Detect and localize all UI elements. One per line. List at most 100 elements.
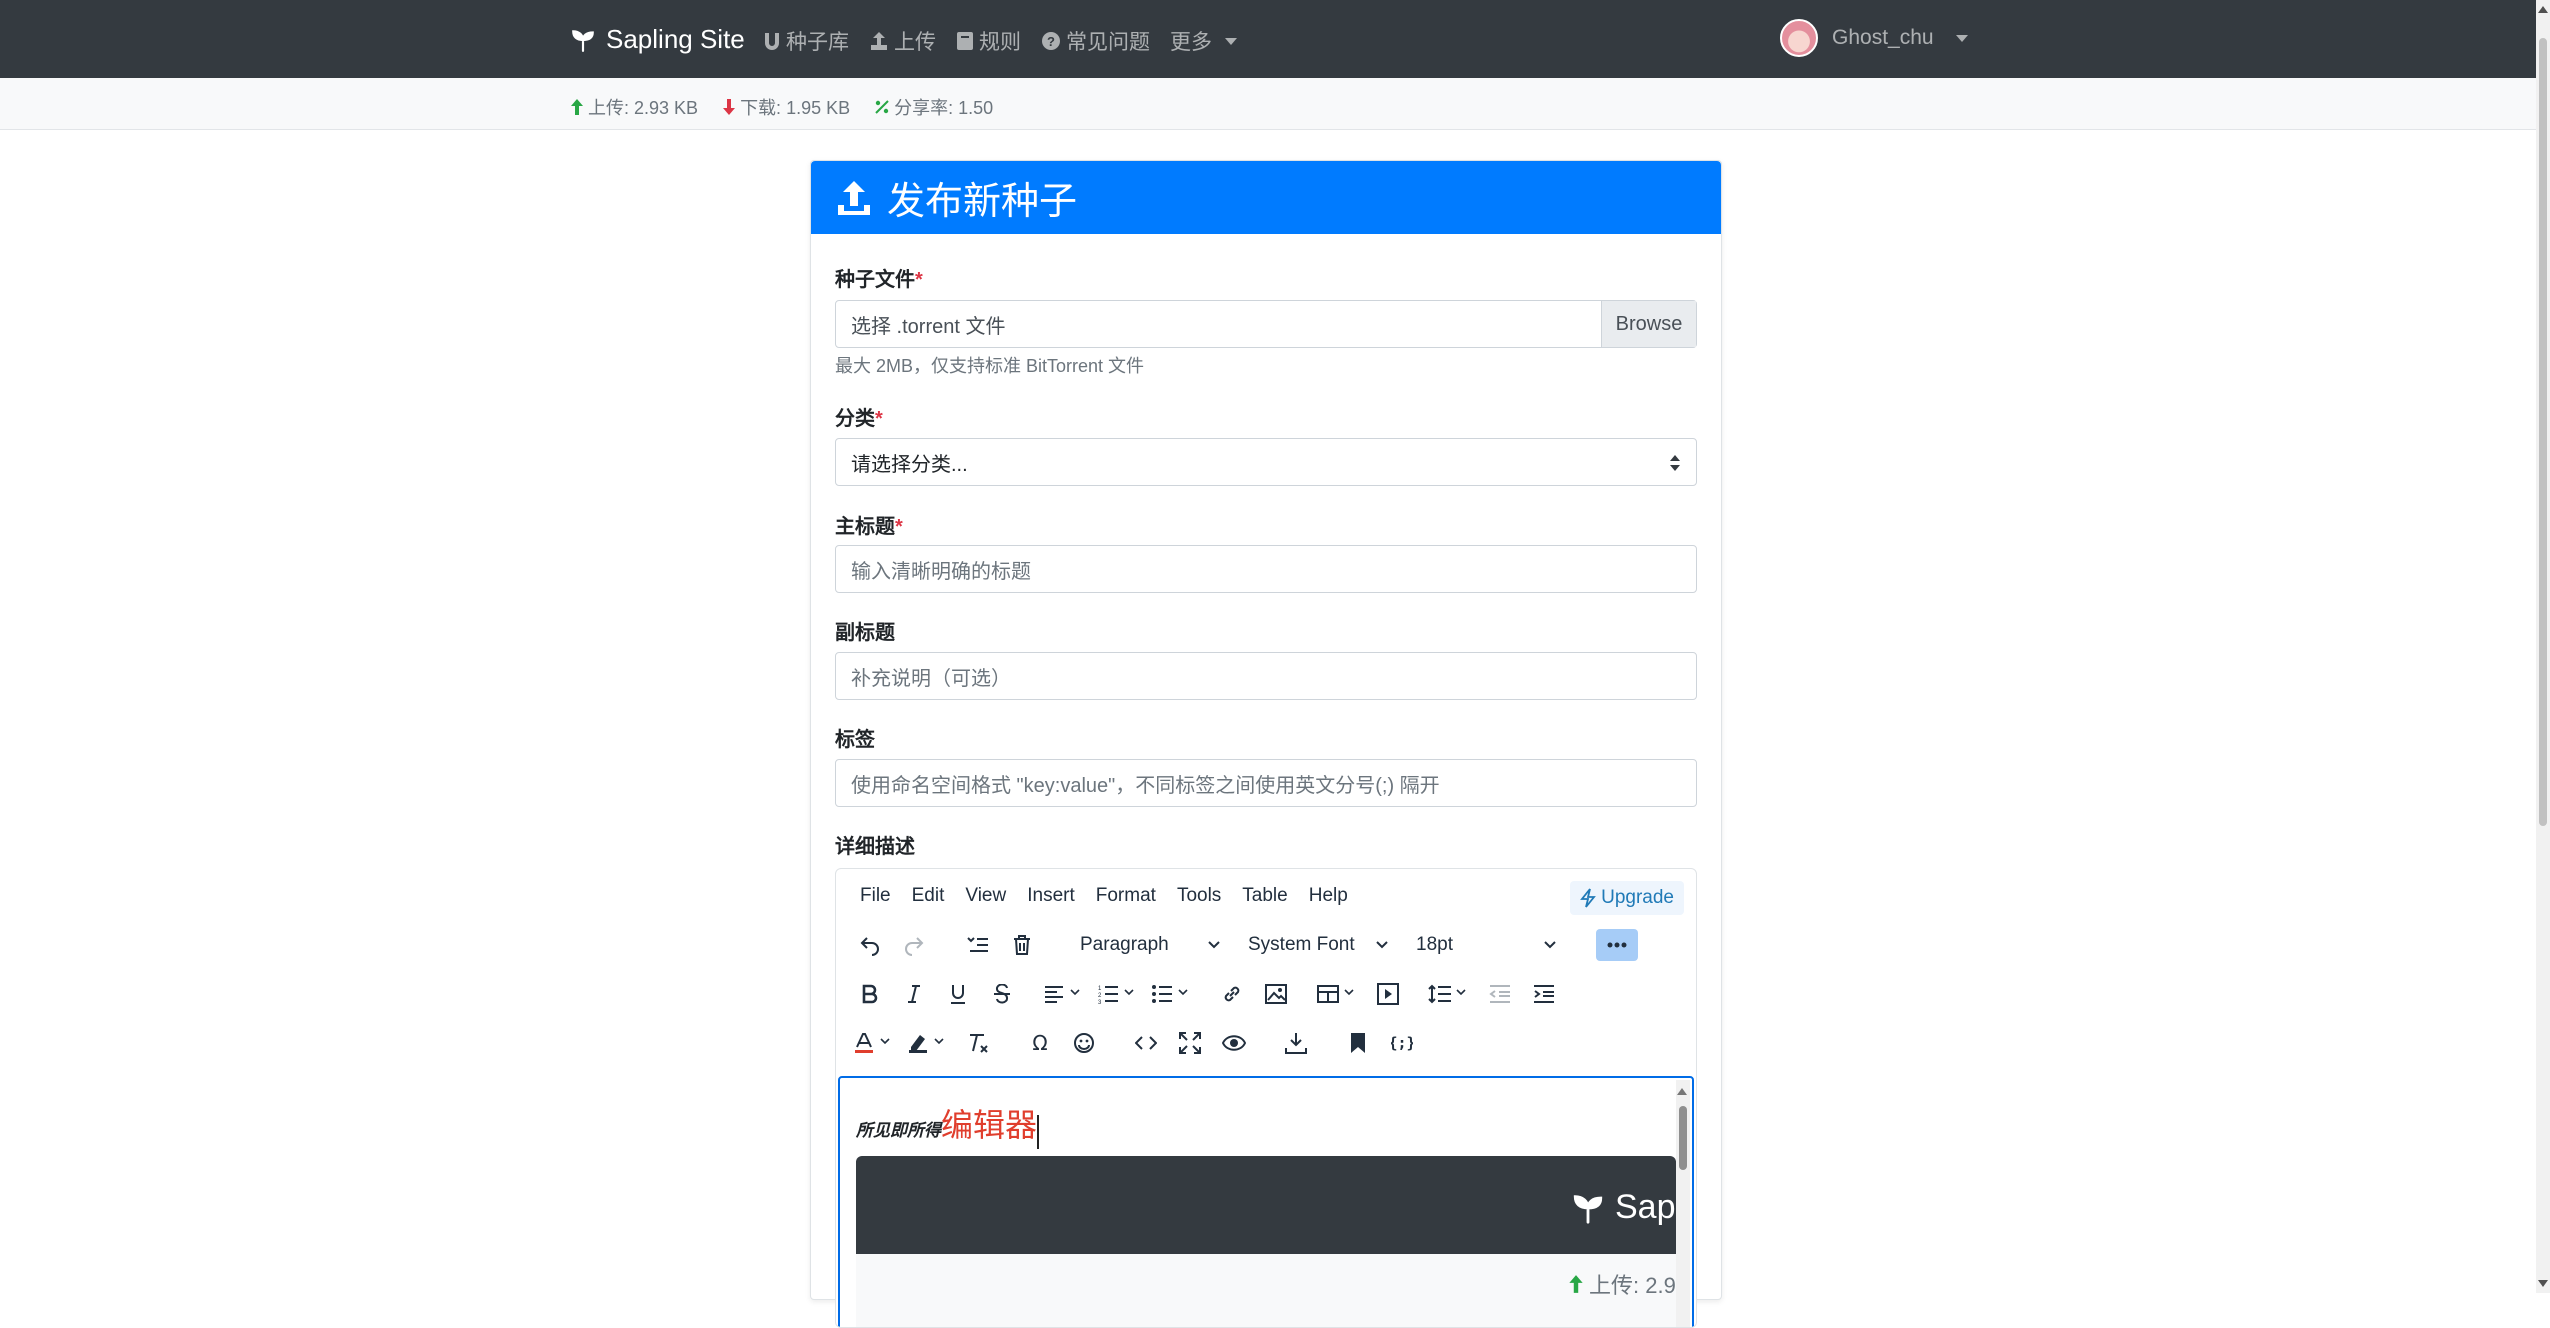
strikethrough-icon[interactable] [980,973,1024,1015]
nav-item-upload-label: 上传 [894,31,936,54]
link-icon[interactable] [1210,973,1254,1015]
chevron-down-icon [1208,941,1220,949]
bullet-list-split-button[interactable] [1146,973,1200,1015]
upload-icon [835,179,873,217]
editor-scroll-thumb[interactable] [1679,1106,1687,1170]
toolbar-row-3: Ω {;} [848,1022,1424,1064]
chevron-down-icon [1955,34,1968,42]
save-download-icon[interactable] [1274,1022,1318,1064]
svg-text:?: ? [1047,34,1055,49]
svg-text:1: 1 [1098,986,1102,992]
menu-tools[interactable]: Tools [1177,885,1221,907]
scroll-up-arrow-icon[interactable] [1677,1088,1687,1095]
arrow-up-icon [570,98,584,116]
torrent-file-input[interactable]: 选择 .torrent 文件 Browse [835,300,1697,348]
arrow-down-icon [722,98,736,116]
editor-content-prefix: 所见即所得 [856,1121,941,1140]
percentage-icon [874,99,890,115]
undo-icon[interactable] [848,924,892,966]
highlight-color-split-button[interactable] [902,1022,956,1064]
format-list-icon[interactable] [956,924,1000,966]
page-scroll-thumb[interactable] [2539,38,2547,826]
trash-icon[interactable] [1000,924,1044,966]
editor-content-area[interactable]: 所见即所得编辑器 Sapl 上传: 2.9 [838,1076,1694,1327]
title-placeholder: 输入清晰明确的标题 [851,560,1031,583]
chevron-down-icon [1376,941,1388,949]
menu-edit[interactable]: Edit [912,885,945,907]
seedling-icon [1571,1191,1605,1225]
italic-icon[interactable] [892,973,936,1015]
chevron-down-icon [1456,989,1466,999]
outdent-icon[interactable] [1478,973,1522,1015]
category-select[interactable]: 请选择分类... [835,438,1697,486]
browse-button[interactable]: Browse [1601,301,1696,347]
redo-icon[interactable] [892,924,936,966]
special-character-icon[interactable]: Ω [1018,1022,1062,1064]
line-height-split-button[interactable] [1424,973,1478,1015]
nav-item-more-label: 更多 [1170,31,1212,54]
fullscreen-icon[interactable] [1168,1022,1212,1064]
nav-item-faq-label: 常见问题 [1066,31,1150,54]
toolbar-row-1: Paragraph System Font 18pt [848,924,1638,966]
card-header: 发布新种子 [811,161,1721,234]
block-format-select[interactable]: Paragraph [1070,928,1230,962]
upgrade-button[interactable]: Upgrade [1570,881,1684,915]
nav-item-upload[interactable]: 上传 [869,26,936,56]
menu-file[interactable]: File [860,885,891,907]
torrent-file-placeholder: 选择 .torrent 文件 [851,315,1006,338]
title-input[interactable]: 输入清晰明确的标题 [835,545,1697,593]
more-tools-button[interactable] [1596,929,1638,961]
text-color-split-button[interactable] [848,1022,902,1064]
line-height-icon [1424,973,1456,1015]
font-family-select[interactable]: System Font [1238,928,1398,962]
user-menu[interactable]: Ghost_chu [1780,19,1968,57]
brand-link[interactable]: Sapling Site [570,24,745,55]
align-split-button[interactable] [1038,973,1092,1015]
text-cursor [1037,1114,1040,1149]
subtitle-input[interactable]: 补充说明（可选） [835,652,1697,700]
nav-item-torrents-label: 种子库 [786,31,849,54]
nav-item-more[interactable]: 更多 [1170,26,1237,56]
page-scrollbar[interactable] [2536,0,2550,1293]
subtitle-placeholder: 补充说明（可选） [851,667,1011,690]
underline-icon[interactable] [936,973,980,1015]
highlighter-icon [902,1022,934,1064]
editor-menubar: File Edit View Insert Format Tools Table… [860,885,1348,907]
chevron-down-icon [1070,989,1080,999]
nav-item-torrents[interactable]: 种子库 [763,26,849,56]
numbered-list-split-button[interactable]: 123 [1092,973,1146,1015]
menu-format[interactable]: Format [1096,885,1156,907]
preview-eye-icon[interactable] [1212,1022,1256,1064]
menu-help[interactable]: Help [1309,885,1348,907]
editor-scrollbar[interactable] [1676,1080,1690,1327]
menu-table[interactable]: Table [1242,885,1287,907]
bold-icon[interactable] [848,973,892,1015]
lightning-icon [1580,888,1596,908]
tags-input[interactable]: 使用命名空间格式 "key:value"，不同标签之间使用英文分号(;) 隔开 [835,759,1697,807]
menu-view[interactable]: View [965,885,1006,907]
clear-formatting-icon[interactable] [956,1022,1000,1064]
chevron-down-icon [1544,941,1556,949]
table-split-button[interactable] [1312,973,1366,1015]
table-icon [1312,973,1344,1015]
code-icon[interactable] [1124,1022,1168,1064]
subtitle-label: 副标题 [835,622,895,644]
nav-item-faq[interactable]: ? 常见问题 [1041,26,1150,56]
font-size-select[interactable]: 18pt [1406,928,1566,962]
user-stats-bar: 上传: 2.93 KB 下载: 1.95 KB 分享率: 1.50 [0,78,2536,130]
scroll-down-arrow-icon[interactable] [2538,1280,2548,1287]
bookmark-icon[interactable] [1336,1022,1380,1064]
torrent-file-label: 种子文件* [835,269,923,291]
category-selected-value: 请选择分类... [851,453,968,476]
image-icon[interactable] [1254,973,1298,1015]
indent-icon[interactable] [1522,973,1566,1015]
arrow-up-icon [1568,1274,1584,1294]
menu-insert[interactable]: Insert [1027,885,1075,907]
nav-item-rules[interactable]: 规则 [956,26,1021,56]
template-code-icon[interactable]: {;} [1380,1022,1424,1064]
ratio-stat-text: 分享率: 1.50 [894,98,994,118]
preview-upload-stat: 上传: 2.9 [1568,1268,1676,1300]
media-icon[interactable] [1366,973,1410,1015]
emoji-icon[interactable] [1062,1022,1106,1064]
scroll-up-arrow-icon[interactable] [2538,6,2548,13]
